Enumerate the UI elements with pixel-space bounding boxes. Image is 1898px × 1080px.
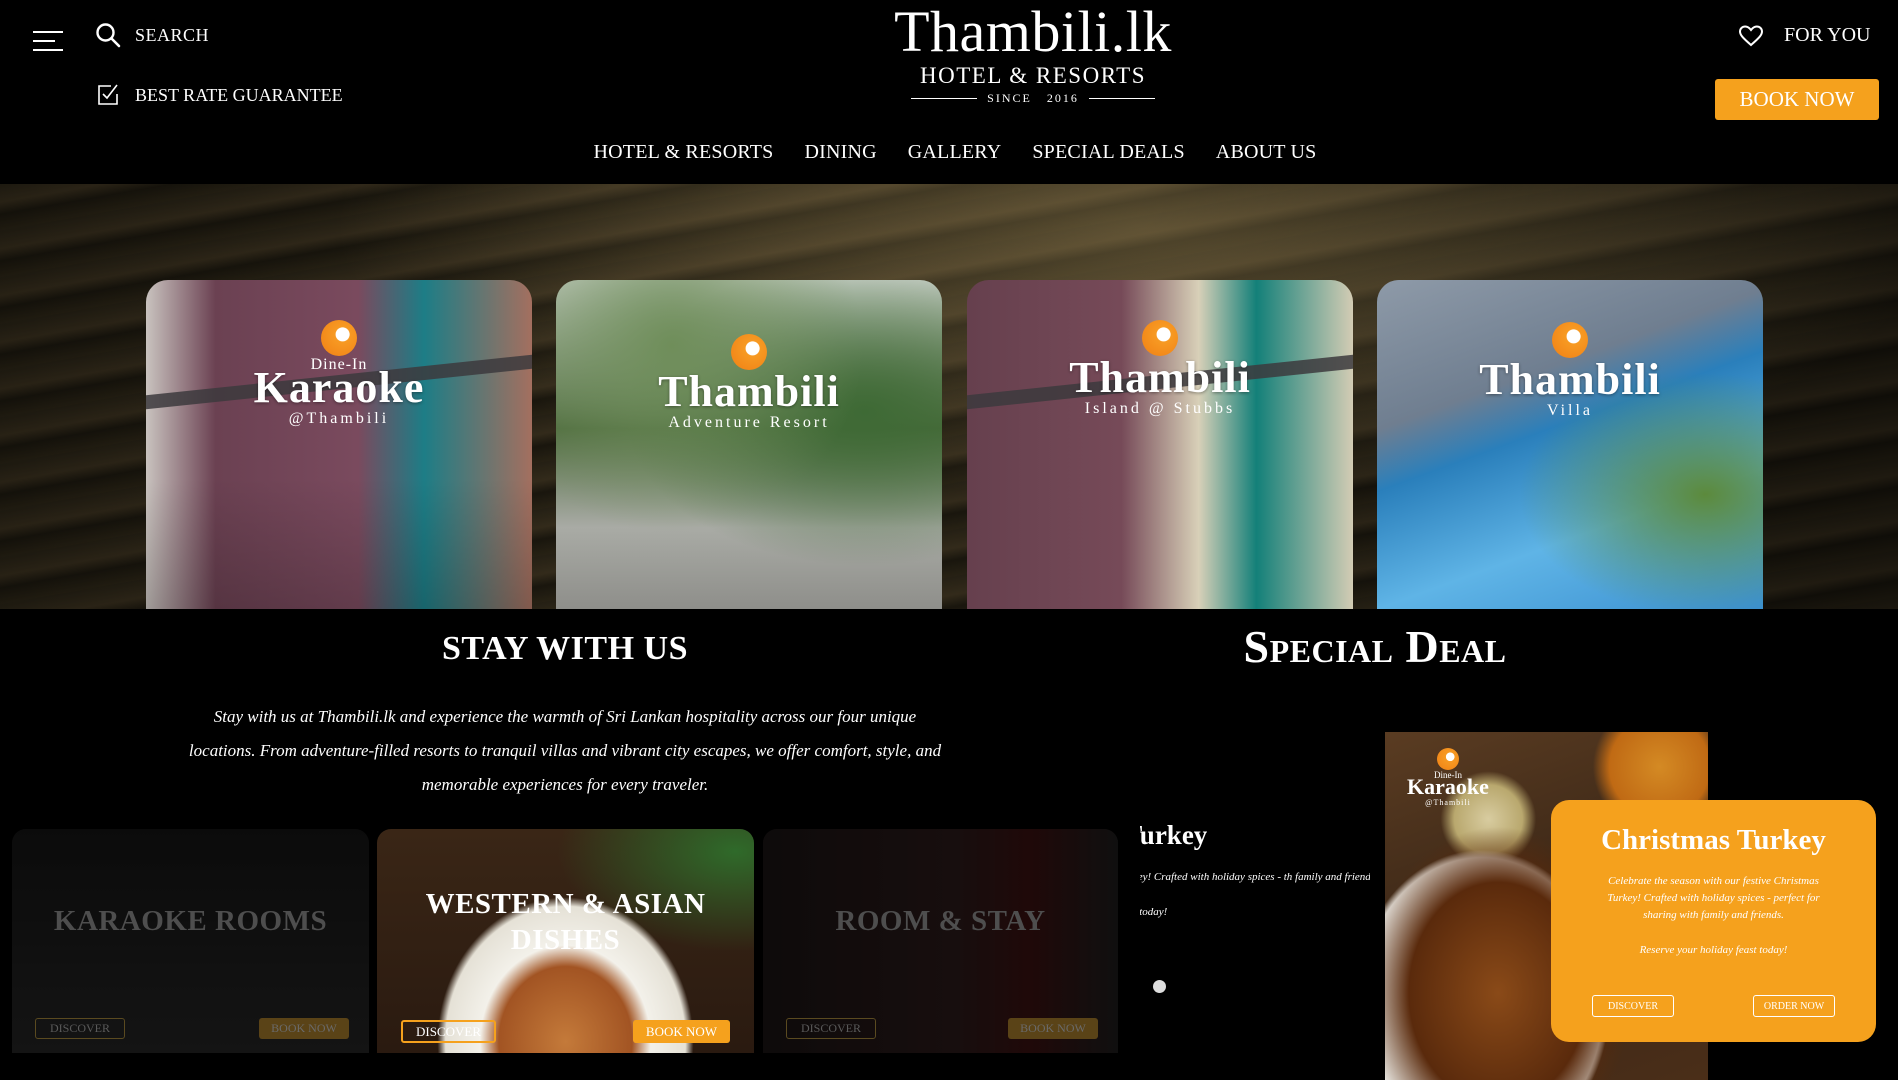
tile-karaoke-rooms[interactable]: KARAOKE ROOMS DISCOVER BOOK NOW — [12, 829, 369, 1053]
best-rate-label: BEST RATE GUARANTEE — [135, 84, 343, 105]
deal-image-logo: Dine-In Karaoke @Thambili — [1403, 748, 1493, 807]
for-you-label: FOR YOU — [1784, 24, 1871, 46]
tile-title: WESTERN & ASIAN DISHES — [425, 888, 706, 956]
search-button[interactable]: SEARCH — [95, 22, 209, 48]
nav-item-about-us[interactable]: ABOUT US — [1216, 141, 1317, 164]
tile-room-stay[interactable]: ROOM & STAY DISCOVER BOOK NOW — [763, 829, 1118, 1053]
order-now-button[interactable]: ORDER NOW — [1753, 995, 1835, 1017]
discover-button[interactable]: DISCOVER — [401, 1020, 496, 1043]
card-title: Thambili — [1069, 353, 1251, 402]
tile-western-asian-dishes[interactable]: WESTERN & ASIAN DISHES DISCOVER BOOK NOW — [377, 829, 754, 1053]
for-you-button[interactable]: FOR YOU — [1738, 24, 1871, 47]
deal-card-cta: Reserve your holiday feast today! — [1639, 944, 1788, 956]
nav-item-dining[interactable]: DINING — [804, 141, 876, 164]
nav-item-hotel-resorts[interactable]: HOTEL & RESORTS — [593, 141, 773, 164]
sun-logo-icon — [731, 334, 767, 370]
card-sub: Adventure Resort — [668, 414, 830, 431]
location-card-villa[interactable]: Thambili Villa — [1377, 280, 1763, 609]
checkbox-icon — [98, 84, 118, 105]
card-title: Thambili — [658, 367, 840, 416]
hero-banner: Dine-In Karaoke @Thambili Thambili Adven… — [0, 184, 1898, 609]
main-nav: HOTEL & RESORTS DINING GALLERY SPECIAL D… — [0, 141, 1898, 164]
hamburger-menu-icon[interactable] — [33, 29, 63, 53]
logo-title: Thambili.lk — [894, 0, 1172, 64]
card-sub: Villa — [1546, 402, 1594, 419]
site-header: SEARCH BEST RATE GUARANTEE Thambili.lk H… — [0, 0, 1898, 184]
tile-title: KARAOKE ROOMS — [53, 905, 328, 937]
deal-prev-cta: iday feast today! — [1140, 906, 1168, 918]
deal-card-title: Christmas Turkey — [1601, 824, 1826, 856]
deal-discover-button[interactable]: DISCOVER — [1592, 995, 1674, 1017]
logo-subtitle: HOTEL & RESORTS — [920, 63, 1146, 88]
card-logo: Thambili Island @ Stubbs — [967, 320, 1353, 418]
book-now-button[interactable]: BOOK NOW — [633, 1020, 730, 1043]
location-card-island-stubbs[interactable]: Thambili Island @ Stubbs — [967, 280, 1353, 609]
search-label: SEARCH — [135, 24, 210, 45]
deal-card: Christmas Turkey Celebrate the season wi… — [1551, 800, 1876, 1042]
card-title: Thambili — [1479, 355, 1661, 404]
nav-item-special-deals[interactable]: SPECIAL DEALS — [1032, 141, 1184, 164]
search-icon — [96, 23, 121, 48]
best-rate-guarantee: BEST RATE GUARANTEE — [97, 84, 343, 106]
deal-prev-title: as Turkey — [1140, 820, 1208, 850]
nav-item-gallery[interactable]: GALLERY — [908, 141, 1002, 164]
location-card-adventure-resort[interactable]: Thambili Adventure Resort — [556, 280, 942, 609]
card-sub: Island @ Stubbs — [1084, 400, 1236, 417]
discover-button[interactable]: DISCOVER — [786, 1018, 876, 1039]
special-deal-title: Special Deal — [1243, 621, 1507, 672]
location-card-karaoke[interactable]: Dine-In Karaoke @Thambili — [146, 280, 532, 609]
deal-logo-sub: @Thambili — [1425, 798, 1471, 807]
deal-slide-previous: as Turkey tmas Turkey! Crafted with holi… — [1140, 820, 1370, 1020]
site-logo[interactable]: Thambili.lk HOTEL & RESORTS SINCE 2016 — [840, 0, 1226, 110]
card-logo: Thambili Adventure Resort — [556, 334, 942, 432]
card-sub: @Thambili — [288, 410, 390, 427]
sun-logo-icon — [1142, 320, 1178, 356]
carousel-dot[interactable] — [1153, 980, 1166, 993]
tile-title: ROOM & STAY — [835, 905, 1046, 937]
sun-logo-icon — [321, 320, 357, 356]
book-now-button[interactable]: BOOK NOW — [1008, 1018, 1098, 1039]
card-logo: Dine-In Karaoke @Thambili — [146, 320, 532, 428]
sun-logo-icon — [1437, 748, 1459, 770]
deal-card-text: Celebrate the season with our festive Ch… — [1607, 875, 1820, 921]
card-logo: Thambili Villa — [1377, 322, 1763, 420]
heart-icon — [1738, 24, 1764, 46]
deal-logo-name: Karaoke — [1407, 774, 1489, 799]
sun-logo-icon — [1552, 322, 1588, 358]
stay-title: STAY WITH US — [442, 630, 688, 667]
book-now-button[interactable]: BOOK NOW — [1715, 79, 1879, 120]
logo-since-text: SINCE 2016 — [987, 91, 1079, 105]
card-title: Karaoke — [253, 363, 425, 412]
logo-since: SINCE 2016 — [840, 91, 1226, 106]
deal-prev-text: tmas Turkey! Crafted with holiday spices… — [1140, 871, 1370, 883]
stay-description: Stay with us at Thambili.lk and experien… — [188, 707, 942, 794]
discover-button[interactable]: DISCOVER — [35, 1018, 125, 1039]
book-now-button[interactable]: BOOK NOW — [259, 1018, 349, 1039]
